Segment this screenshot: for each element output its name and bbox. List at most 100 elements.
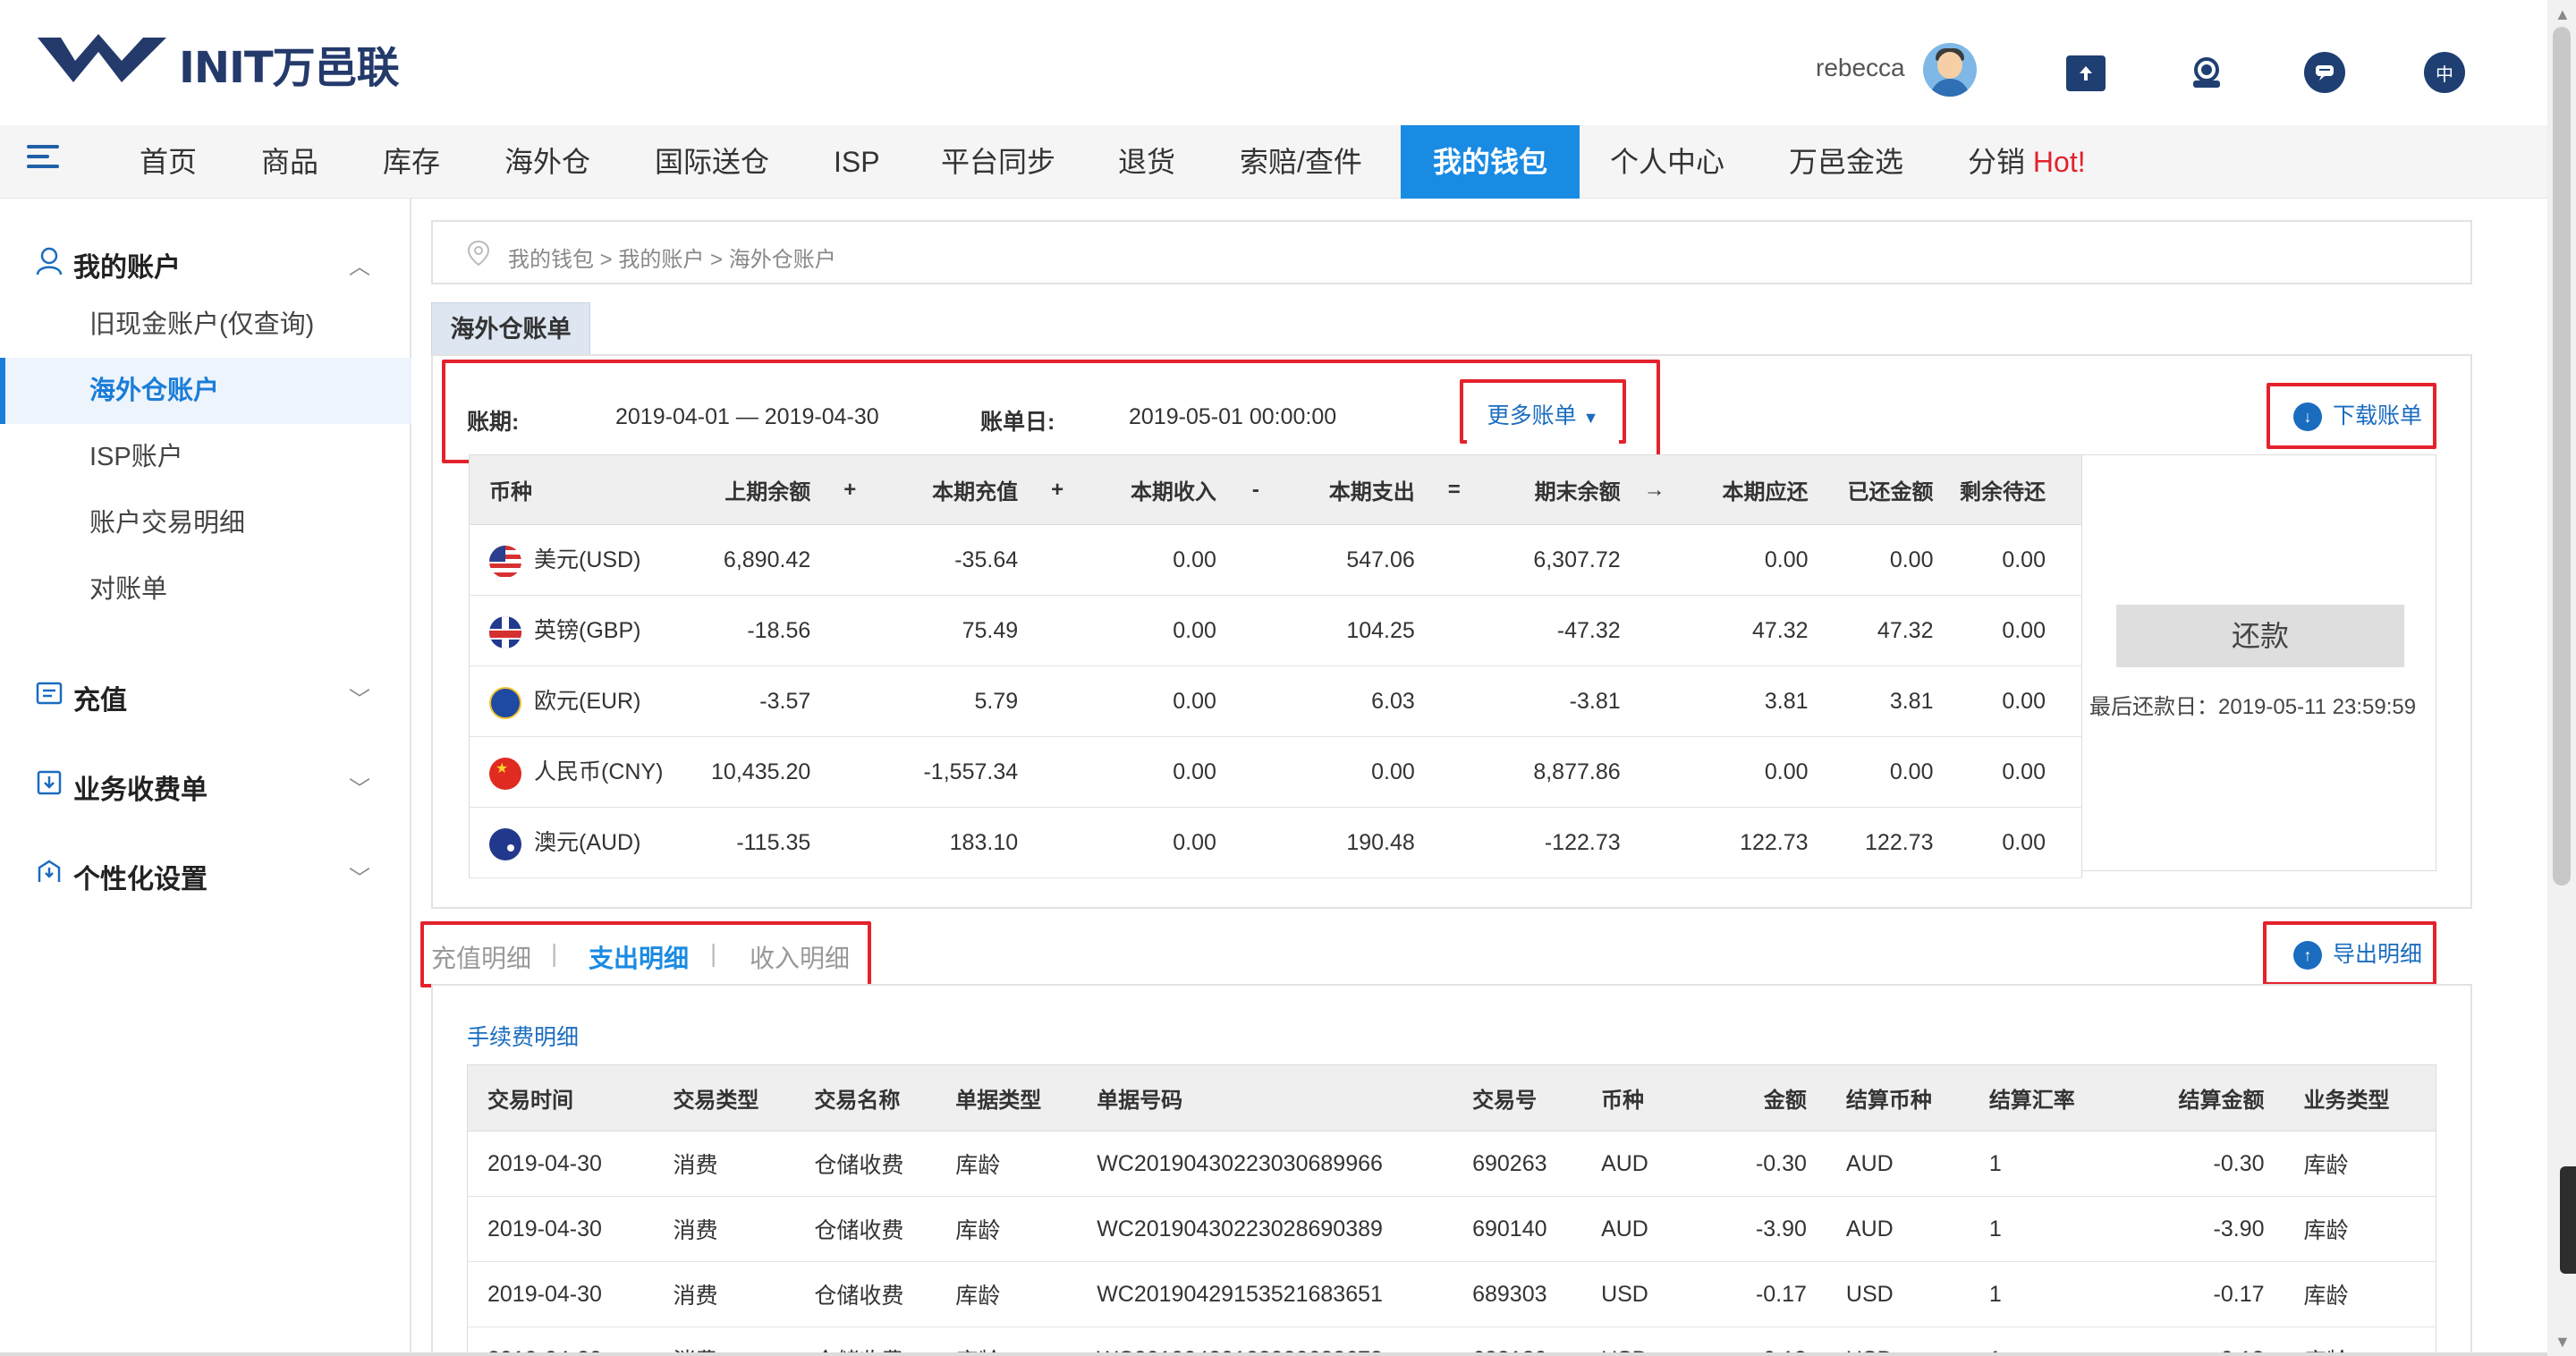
eu-flag-icon [489,686,521,719]
nav-wanyi-select[interactable]: 万邑金选 [1789,125,1903,199]
username[interactable]: rebecca [1816,54,1905,82]
sidebar-item-account-transactions[interactable]: 账户交易明细 [0,490,411,556]
table-row: 人民币(CNY) 10,435.20 -1,557.34 0.00 0.00 8… [469,736,2082,808]
income-cell: 0.00 [1089,807,1224,878]
page-scrollbar[interactable]: ▲ ▼ [2547,0,2576,1356]
nav-distribution[interactable]: 分销 Hot! [1968,125,2086,199]
table-row: 2019-04-30 消费 仓储收费 库龄 WC2019043022302869… [467,1196,2436,1262]
repay-button[interactable]: 还款 [2116,605,2404,667]
nav-my-wallet[interactable]: 我的钱包 [1401,125,1580,199]
doc-number-cell: WC20190430223028690389 [1077,1196,1453,1262]
upload-icon[interactable] [2066,55,2106,91]
balance-table: 币种 上期余额 + 本期充值 + 本期收入 - 本期支出 = 期末余额 → 本期… [469,454,2082,878]
trade-type-cell: 消费 [653,1261,795,1327]
fee-detail-title[interactable]: 手续费明细 [467,1020,579,1052]
nav-distribution-label: 分销 [1968,146,2026,178]
section-tab-overseas-bill[interactable]: 海外仓账单 [431,302,590,354]
floating-side-widget[interactable] [2560,1166,2576,1274]
currency-name: 美元(USD) [534,547,641,573]
trade-name-cell: 仓储收费 [794,1196,936,1262]
scroll-down-icon[interactable]: ▼ [2555,1333,2571,1352]
op-equals: = [1421,454,1487,525]
expense-cell: 0.00 [1287,736,1422,808]
op-plus: + [818,454,883,525]
sidebar-item-old-cash-account[interactable]: 旧现金账户(仅查询) [0,292,411,358]
currency-cell: AUD [1581,1196,1708,1262]
logo-text: INIT万邑联 [179,43,400,93]
expense-cell: 547.06 [1287,524,1422,596]
nav-claims[interactable]: 索赔/查件 [1240,125,1362,199]
nav-inventory[interactable]: 库存 [383,125,440,199]
currency-cell: USD [1581,1261,1708,1327]
trade-no-cell: 690140 [1453,1196,1582,1262]
nav-isp[interactable]: ISP [834,125,880,199]
recharge-cell: -1,557.34 [882,736,1026,808]
download-bill-button[interactable]: ↓ 下载账单 [2281,388,2433,444]
uk-flag-icon [489,615,521,648]
nav-returns[interactable]: 退货 [1118,125,1175,199]
chevron-up-icon: ︿ [349,255,370,279]
table-row: 2019-04-30 消费 仓储收费 库龄 WC2019043022303068… [467,1131,2436,1197]
trade-time-cell: 2019-04-30 [467,1261,654,1327]
nav-home[interactable]: 首页 [140,125,197,199]
amount-cell: -3.90 [1707,1196,1826,1262]
tab-expense-detail[interactable]: 支出明细 [589,939,689,975]
settle-amount-cell: -3.90 [2126,1196,2284,1262]
trade-name-cell: 仓储收费 [794,1131,936,1197]
income-cell: 0.00 [1089,665,1224,737]
recharge-icon [36,680,63,707]
detail-header-row: 交易时间 交易类型 交易名称 单据类型 单据号码 交易号 币种 金额 结算币种 … [467,1064,2436,1131]
col-income: 本期收入 [1089,454,1224,525]
support-icon[interactable] [2186,52,2227,93]
menu-toggle-icon[interactable] [27,145,59,177]
scrollbar-thumb[interactable] [2553,27,2571,886]
us-flag-icon [489,545,521,578]
nav-personal-center[interactable]: 个人中心 [1610,125,1724,199]
balance-header-row: 币种 上期余额 + 本期充值 + 本期收入 - 本期支出 = 期末余额 → 本期… [469,454,2082,525]
nav-products[interactable]: 商品 [261,125,318,199]
settle-amount-cell: -0.17 [2126,1261,2284,1327]
due-cell: 122.73 [1681,807,1816,878]
tab-income-detail[interactable]: 收入明细 [750,939,850,975]
expense-cell: 104.25 [1287,595,1422,666]
avatar[interactable] [1923,43,1977,97]
col-recharge: 本期充值 [882,454,1026,525]
download-bill-label: 下载账单 [2333,403,2423,428]
nav-overseas-warehouse[interactable]: 海外仓 [504,125,590,199]
col-prev-balance: 上期余额 [692,454,818,525]
settle-currency-cell: USD [1826,1261,1970,1327]
scroll-up-icon[interactable]: ▲ [2555,5,2571,24]
end-balance-cell: -3.81 [1486,665,1628,737]
currency-cell: 英镑(GBP) [469,595,693,666]
settle-rate-cell: 1 [1969,1131,2127,1197]
sidebar-group-my-account[interactable]: 我的账户 ︿ [0,231,411,293]
sidebar-group-fee-bills[interactable]: 业务收费单 ﹀ [0,753,411,816]
repaid-cell: 47.32 [1815,595,1941,666]
period-label: 账期: [467,410,520,435]
nav-platform-sync[interactable]: 平台同步 [941,125,1055,199]
trade-no-cell: 689303 [1453,1261,1582,1327]
col-doc-number: 单据号码 [1077,1064,1453,1131]
sidebar-group-recharge[interactable]: 充值 ﹀ [0,664,411,726]
chevron-down-icon: ﹀ [349,688,370,712]
sidebar-group-label: 我的账户 [73,253,181,283]
brand-logo[interactable]: INIT万邑联 [36,25,429,93]
doc-type-cell: 库龄 [936,1261,1078,1327]
export-detail-button[interactable]: ↑ 导出明细 [2281,927,2433,982]
tab-recharge-detail[interactable]: 充值明细 [431,939,531,975]
china-flag-icon [489,757,521,790]
app-root: INIT万邑联 rebecca 中 首页 商品 库存 海外仓 国际送仓 ISP … [0,0,2576,1356]
sidebar-item-statement[interactable]: 对账单 [0,556,411,623]
sidebar-item-overseas-warehouse-account[interactable]: 海外仓账户 [0,358,411,424]
chevron-down-icon: ﹀ [349,777,370,801]
message-icon[interactable] [2304,52,2345,93]
table-row: 英镑(GBP) -18.56 75.49 0.00 104.25 -47.32 … [469,595,2082,666]
bill-date-value: 2019-05-01 00:00:00 [1129,404,1337,429]
language-icon[interactable]: 中 [2424,52,2465,93]
sidebar-item-isp-account[interactable]: ISP账户 [0,424,411,490]
sidebar-group-personal-settings[interactable]: 个性化设置 ﹀ [0,843,411,905]
breadcrumb-text[interactable]: 我的钱包 > 我的账户 > 海外仓账户 [508,242,836,273]
more-bills-button[interactable]: 更多账单 ▼ [1467,385,1619,447]
col-currency: 币种 [1581,1064,1708,1131]
nav-international-delivery[interactable]: 国际送仓 [655,125,769,199]
